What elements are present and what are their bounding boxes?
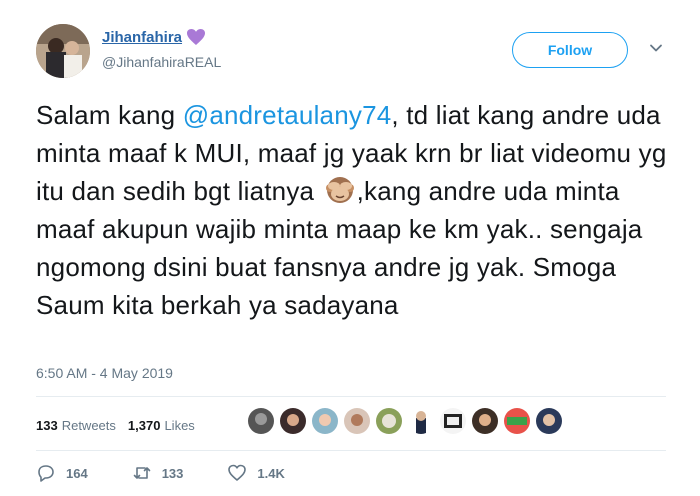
avatar[interactable] xyxy=(36,24,90,78)
liker-avatar[interactable] xyxy=(408,408,434,434)
liker-avatar[interactable] xyxy=(504,408,530,434)
follow-button[interactable]: Follow xyxy=(512,32,628,68)
tweet-header: Jihanfahira @JihanfahiraREAL Follow xyxy=(36,24,676,78)
reply-icon xyxy=(38,465,54,482)
likes-stat[interactable]: 1,370 Likes xyxy=(128,418,195,433)
like-button[interactable]: 1.4K xyxy=(227,463,285,483)
divider xyxy=(36,396,666,397)
name-row: Jihanfahira xyxy=(102,28,206,46)
tweet-text-part: Salam kang xyxy=(36,100,183,130)
liker-avatar[interactable] xyxy=(344,408,370,434)
retweets-label: Retweets xyxy=(61,417,116,433)
likes-count: 1,370 xyxy=(127,417,161,433)
liker-avatar[interactable] xyxy=(536,408,562,434)
user-handle: @JihanfahiraREAL xyxy=(102,54,222,70)
timestamp[interactable]: 6:50 AM - 4 May 2019 xyxy=(36,365,173,381)
retweet-button[interactable]: 133 xyxy=(132,463,184,483)
liker-avatar[interactable] xyxy=(280,408,306,434)
liker-avatar[interactable] xyxy=(440,408,466,434)
see-no-evil-monkey-icon xyxy=(325,177,354,203)
engagement-stats: 133 Retweets 1,370 Likes xyxy=(36,410,207,440)
divider xyxy=(36,450,666,451)
like-count: 1.4K xyxy=(257,465,285,481)
tweet-text: Salam kang @andretaulany74, td liat kang… xyxy=(36,96,676,324)
liker-avatars xyxy=(248,408,568,434)
reply-button[interactable]: 164 xyxy=(36,463,88,483)
likes-label: Likes xyxy=(164,417,195,433)
purple-heart-icon xyxy=(187,29,206,45)
liker-avatar[interactable] xyxy=(248,408,274,434)
retweet-count: 133 xyxy=(161,465,184,481)
tweet-actions: 164 133 1.4K xyxy=(36,463,329,483)
liker-avatar[interactable] xyxy=(376,408,402,434)
mention-link[interactable]: @andretaulany74 xyxy=(183,100,392,130)
retweet-icon xyxy=(133,467,151,479)
liker-avatar[interactable] xyxy=(472,408,498,434)
retweets-stat[interactable]: 133 Retweets xyxy=(36,418,116,433)
chevron-down-icon[interactable] xyxy=(648,40,664,56)
heart-icon xyxy=(228,464,247,481)
retweets-count: 133 xyxy=(36,417,58,433)
liker-avatar[interactable] xyxy=(312,408,338,434)
display-name[interactable]: Jihanfahira xyxy=(102,29,182,46)
reply-count: 164 xyxy=(66,465,88,481)
